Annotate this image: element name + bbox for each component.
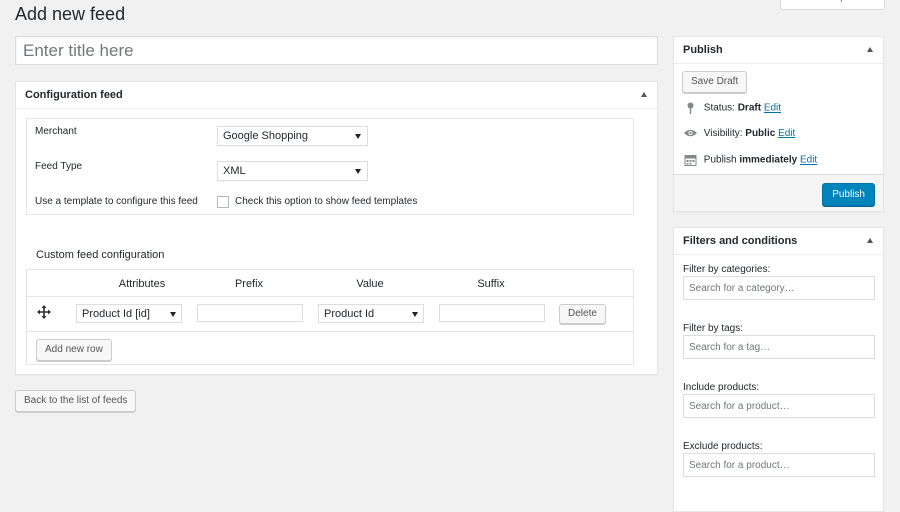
page-title: Add new feed [15, 4, 126, 24]
filters-box: Filters and conditions Filter by categor… [673, 227, 884, 512]
configuration-feed-header: Configuration feed [16, 82, 657, 109]
configuration-feed-title: Configuration feed [25, 89, 123, 101]
configuration-fields: Merchant Google Shopping Feed Type XML U… [26, 118, 634, 215]
tags-label: Filter by tags: [683, 323, 744, 334]
publish-value: immediately [739, 154, 798, 166]
move-icon[interactable] [37, 305, 51, 319]
visibility-value: Public [745, 128, 776, 139]
status-row: Status: Draft Edit [684, 102, 781, 114]
save-draft-button[interactable]: Save Draft [682, 71, 748, 93]
template-checkbox[interactable] [217, 196, 229, 208]
prefix-input[interactable] [197, 304, 303, 322]
column-header-suffix: Suffix [477, 278, 505, 290]
feed-type-select[interactable]: XML [217, 161, 368, 181]
dropdown-arrow-icon [355, 134, 361, 139]
screen-options-button[interactable]: Screen Options [780, 0, 885, 10]
include-products-input[interactable] [683, 394, 875, 418]
categories-search-input[interactable] [683, 276, 875, 300]
include-products-label: Include products: [683, 382, 760, 393]
edit-status-link[interactable]: Edit [764, 103, 781, 114]
edit-visibility-link[interactable]: Edit [778, 128, 795, 139]
template-checkbox-label: Check this option to show feed templates [235, 196, 418, 207]
attribute-select[interactable]: Product Id [id] [76, 304, 182, 323]
feed-type-label: Feed Type [35, 161, 83, 172]
pin-icon [687, 102, 694, 114]
attribute-select-value: Product Id [id] [82, 308, 150, 320]
back-to-feeds-button[interactable]: Back to the list of feeds [15, 390, 137, 412]
dropdown-arrow-icon [412, 312, 418, 317]
filters-title: Filters and conditions [683, 235, 798, 247]
eye-icon [684, 130, 697, 137]
column-header-value: Value [356, 278, 384, 290]
calendar-icon [684, 155, 697, 166]
edit-publish-date-link[interactable]: Edit [800, 155, 817, 166]
chevron-up-icon[interactable] [641, 92, 647, 97]
exclude-products-label: Exclude products: [683, 441, 763, 452]
merchant-select-value: Google Shopping [223, 130, 309, 142]
value-select[interactable]: Product Id [318, 304, 424, 323]
publish-date-row: Publish immediately Edit [684, 154, 817, 166]
custom-feed-table: Attributes Prefix Value Suffix Product I… [26, 269, 634, 365]
publish-button[interactable]: Publish [822, 183, 875, 206]
add-new-row-button[interactable]: Add new row [36, 339, 112, 361]
feed-type-select-value: XML [223, 165, 246, 177]
chevron-up-icon[interactable] [867, 47, 873, 52]
delete-row-button[interactable]: Delete [559, 304, 606, 324]
merchant-select[interactable]: Google Shopping [217, 126, 368, 146]
template-label: Use a template to configure this feed [35, 196, 198, 207]
visibility-row: Visibility: Public Edit [684, 128, 795, 139]
publish-header: Publish [674, 37, 883, 64]
publish-actions: Publish [674, 174, 883, 211]
filters-header: Filters and conditions [674, 228, 883, 255]
publish-box: Publish Save Draft Status: Draft Edit Vi… [673, 36, 884, 212]
configuration-feed-box: Configuration feed Merchant Google Shopp… [15, 81, 658, 375]
exclude-products-input[interactable] [683, 453, 875, 477]
visibility-label: Visibility: [703, 128, 743, 139]
custom-feed-title: Custom feed configuration [36, 249, 165, 261]
feed-title-input[interactable] [15, 36, 658, 65]
chevron-up-icon[interactable] [867, 238, 873, 243]
publish-label: Publish [703, 154, 737, 166]
column-header-attributes: Attributes [118, 278, 166, 290]
table-divider [27, 296, 633, 297]
value-select-value: Product Id [324, 308, 375, 320]
dropdown-arrow-icon [355, 169, 361, 174]
publish-title: Publish [683, 44, 723, 56]
column-header-prefix: Prefix [234, 278, 264, 290]
status-value: Draft [737, 102, 762, 114]
dropdown-arrow-icon [170, 312, 176, 317]
merchant-label: Merchant [35, 126, 77, 137]
categories-label: Filter by categories: [683, 264, 771, 275]
status-label: Status: [703, 102, 735, 114]
table-divider [27, 331, 633, 332]
suffix-input[interactable] [439, 304, 545, 322]
tags-search-input[interactable] [683, 335, 875, 359]
